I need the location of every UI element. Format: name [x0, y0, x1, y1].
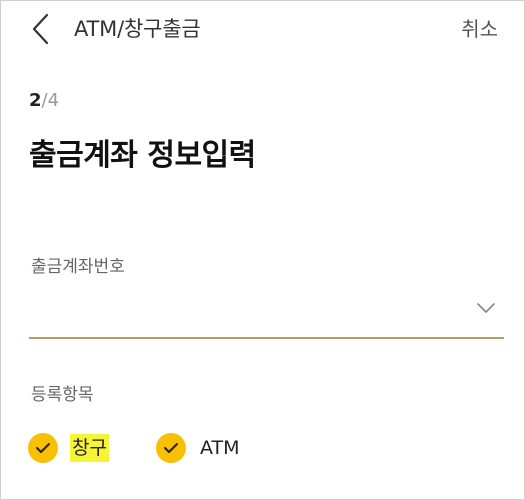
app-header: ATM/창구출금 취소	[1, 1, 524, 57]
step-current: 2	[29, 90, 42, 111]
screen: ATM/창구출금 취소 2/4 출금계좌 정보입력 출금계좌번호 등록항목 창구…	[0, 0, 525, 500]
back-button[interactable]	[27, 13, 57, 45]
account-field-label: 출금계좌번호	[31, 257, 125, 277]
checkbox-window[interactable]	[28, 433, 58, 463]
chevron-left-icon	[32, 13, 49, 45]
account-select[interactable]	[29, 287, 504, 339]
header-title: ATM/창구출금	[74, 17, 201, 41]
check-icon	[164, 443, 178, 453]
cancel-button[interactable]: 취소	[461, 14, 498, 44]
checkbox-atm[interactable]	[156, 433, 186, 463]
option-atm-label: ATM	[200, 437, 240, 459]
check-icon	[36, 443, 50, 453]
registration-label: 등록항목	[31, 385, 94, 405]
step-total: 4	[47, 90, 60, 111]
option-atm[interactable]: ATM	[156, 431, 242, 465]
option-window[interactable]: 창구	[28, 431, 109, 465]
option-window-label: 창구	[70, 434, 109, 462]
page-title: 출금계좌 정보입력	[29, 138, 256, 173]
chevron-down-icon	[477, 303, 495, 313]
step-indicator: 2/4	[29, 89, 59, 113]
